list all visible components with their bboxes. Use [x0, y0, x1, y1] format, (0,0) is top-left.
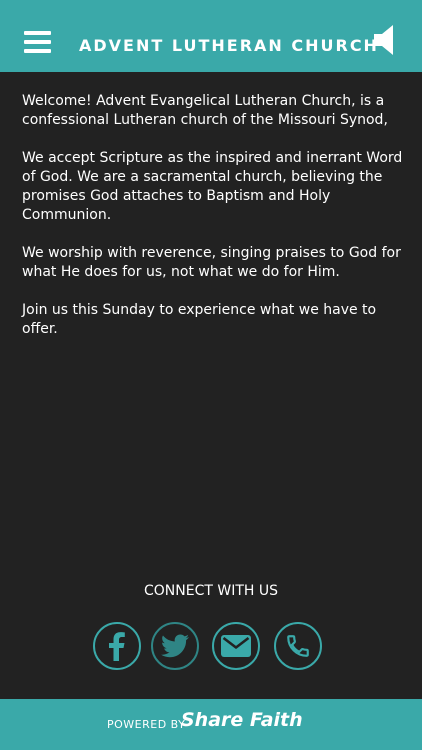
- powered-by-label: POWERED BY: [107, 718, 186, 731]
- app-footer: POWERED BY Share Faith: [0, 699, 422, 750]
- email-icon: [221, 635, 251, 657]
- app-header: ADVENT LUTHERAN CHURCH: [0, 0, 422, 72]
- beliefs-paragraph: We accept Scripture as the inspired and …: [22, 150, 403, 223]
- twitter-button[interactable]: [151, 622, 199, 670]
- menu-bar: [24, 31, 51, 35]
- connect-title: CONNECT WITH US: [144, 583, 278, 599]
- phone-button[interactable]: [274, 622, 322, 670]
- facebook-icon: [109, 632, 125, 661]
- twitter-icon: [161, 634, 189, 658]
- worship-paragraph: We worship with reverence, singing prais…: [22, 245, 401, 280]
- email-button[interactable]: [212, 622, 260, 670]
- facebook-button[interactable]: [93, 622, 141, 670]
- menu-bar: [24, 49, 51, 53]
- speaker-button[interactable]: [372, 25, 396, 55]
- app-title: ADVENT LUTHERAN CHURCH: [79, 36, 379, 55]
- welcome-content: Welcome! Advent Evangelical Lutheran Chu…: [22, 92, 406, 358]
- invitation-paragraph: Join us this Sunday to experience what w…: [22, 302, 377, 337]
- menu-button[interactable]: [24, 31, 51, 53]
- welcome-paragraph: Welcome! Advent Evangelical Lutheran Chu…: [22, 93, 388, 128]
- speaker-icon: [374, 25, 393, 55]
- phone-icon: [287, 635, 309, 657]
- sharefaith-logo[interactable]: Share Faith: [181, 709, 303, 731]
- menu-bar: [24, 40, 51, 44]
